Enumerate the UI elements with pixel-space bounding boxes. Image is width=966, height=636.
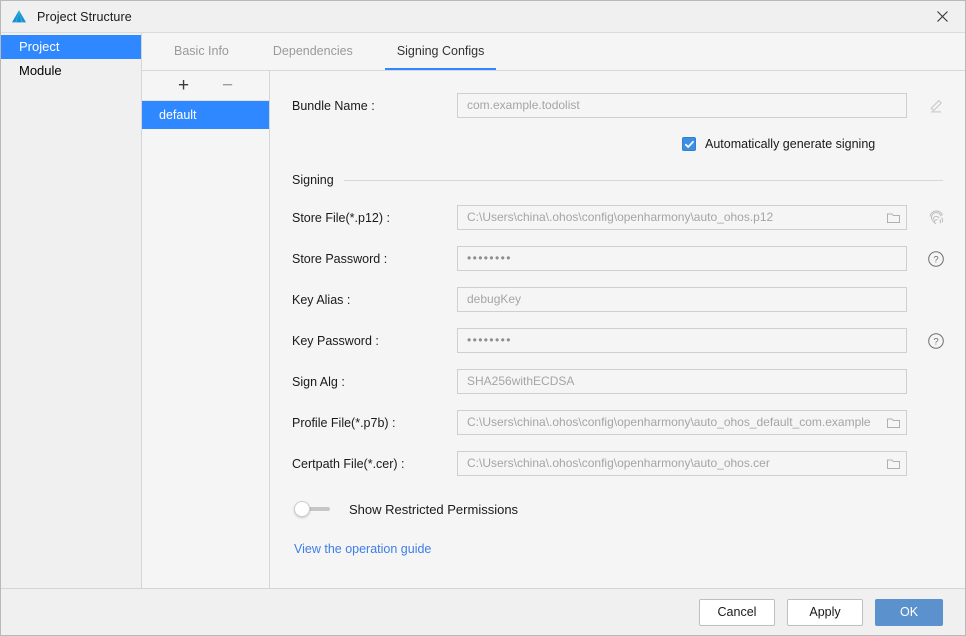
remove-config-button[interactable]: −: [219, 76, 237, 95]
certpath-file-icon-spacer: [925, 453, 947, 475]
key-alias-icon-spacer: [925, 289, 947, 311]
close-icon[interactable]: [920, 1, 965, 32]
auto-generate-signing-label[interactable]: Automatically generate signing: [705, 137, 875, 151]
profile-file-row: Profile File(*.p7b) : C:\Users\china\.oh…: [292, 410, 943, 435]
signing-form: Bundle Name : com.example.todolist Autom…: [270, 71, 965, 588]
left-nav: Project Module: [1, 33, 142, 588]
tab-bar: Basic Info Dependencies Signing Configs: [142, 33, 965, 71]
sign-alg-field-wrap: SHA256withECDSA: [457, 369, 907, 394]
right-side: Basic Info Dependencies Signing Configs …: [142, 33, 965, 588]
store-file-input[interactable]: C:\Users\china\.ohos\config\openharmony\…: [457, 205, 907, 230]
dialog-footer: Cancel Apply OK: [1, 588, 965, 635]
certpath-file-label: Certpath File(*.cer) :: [292, 456, 405, 471]
show-restricted-permissions-toggle[interactable]: [294, 501, 330, 517]
signing-section-header: Signing: [292, 172, 943, 188]
store-password-field-wrap: ••••••••: [457, 246, 907, 271]
store-password-label: Store Password :: [292, 251, 388, 266]
sign-alg-input[interactable]: SHA256withECDSA: [457, 369, 907, 394]
profile-file-icon-spacer: [925, 412, 947, 434]
sidebar-item-module[interactable]: Module: [1, 59, 141, 83]
key-password-row: Key Password : •••••••• ?: [292, 328, 944, 353]
help-icon[interactable]: ?: [925, 248, 947, 270]
key-alias-row: Key Alias : debugKey: [292, 287, 943, 312]
key-password-field-wrap: ••••••••: [457, 328, 907, 353]
store-file-field-wrap: C:\Users\china\.ohos\config\openharmony\…: [457, 205, 907, 230]
sign-alg-label: Sign Alg :: [292, 374, 345, 389]
ok-button[interactable]: OK: [875, 598, 943, 626]
key-alias-input[interactable]: debugKey: [457, 287, 907, 312]
store-password-input[interactable]: ••••••••: [457, 246, 907, 271]
project-structure-dialog: Project Structure Project Module Basic I…: [0, 0, 966, 636]
panes: + − default Bundle Name : com.example.to…: [142, 71, 965, 588]
key-password-input[interactable]: ••••••••: [457, 328, 907, 353]
fingerprint-icon[interactable]: [925, 207, 947, 229]
pencil-icon[interactable]: [925, 95, 947, 117]
signing-section-title: Signing: [292, 173, 334, 187]
add-config-button[interactable]: +: [175, 76, 193, 95]
certpath-file-input[interactable]: C:\Users\china\.ohos\config\openharmony\…: [457, 451, 907, 476]
profile-file-label: Profile File(*.p7b) :: [292, 415, 396, 430]
certpath-file-field-wrap: C:\Users\china\.ohos\config\openharmony\…: [457, 451, 907, 476]
view-operation-guide-link[interactable]: View the operation guide: [294, 542, 431, 556]
tab-basic-info[interactable]: Basic Info: [152, 33, 251, 70]
show-restricted-permissions-row: Show Restricted Permissions: [294, 498, 943, 520]
config-list-item-default[interactable]: default: [142, 101, 269, 129]
show-restricted-permissions-label: Show Restricted Permissions: [349, 501, 519, 517]
store-password-row: Store Password : •••••••• ?: [292, 246, 944, 271]
sidebar-item-project[interactable]: Project: [1, 35, 141, 59]
key-password-label: Key Password :: [292, 333, 379, 348]
folder-icon[interactable]: [885, 209, 902, 226]
bundle-name-label: Bundle Name :: [292, 98, 375, 113]
folder-icon[interactable]: [885, 414, 902, 431]
certpath-file-row: Certpath File(*.cer) : C:\Users\china\.o…: [292, 451, 943, 476]
bundle-name-row: Bundle Name : com.example.todolist: [292, 93, 943, 118]
signing-config-list-pane: + − default: [142, 71, 270, 588]
store-file-label: Store File(*.p12) :: [292, 210, 390, 225]
auto-generate-signing-row: Automatically generate signing: [292, 134, 943, 154]
svg-text:?: ?: [933, 336, 938, 347]
folder-icon[interactable]: [885, 455, 902, 472]
tab-signing-configs[interactable]: Signing Configs: [375, 33, 507, 70]
key-alias-label: Key Alias :: [292, 292, 351, 307]
key-alias-field-wrap: debugKey: [457, 287, 907, 312]
signing-section-divider: [343, 179, 943, 181]
title-bar: Project Structure: [1, 1, 965, 33]
help-icon[interactable]: ?: [925, 330, 947, 352]
apply-button[interactable]: Apply: [787, 598, 863, 626]
window-title: Project Structure: [37, 9, 132, 24]
store-file-row: Store File(*.p12) : C:\Users\china\.ohos…: [292, 205, 943, 230]
sign-alg-row: Sign Alg : SHA256withECDSA: [292, 369, 943, 394]
deveco-logo-icon: [10, 8, 28, 26]
bundle-name-input[interactable]: com.example.todolist: [457, 93, 907, 118]
profile-file-input[interactable]: C:\Users\china\.ohos\config\openharmony\…: [457, 410, 907, 435]
cancel-button[interactable]: Cancel: [699, 598, 775, 626]
svg-text:?: ?: [933, 254, 938, 265]
profile-file-field-wrap: C:\Users\china\.ohos\config\openharmony\…: [457, 410, 907, 435]
bundle-name-field-wrap: com.example.todolist: [457, 93, 907, 118]
toggle-knob: [294, 501, 310, 517]
config-list-toolbar: + −: [142, 71, 269, 101]
sign-alg-icon-spacer: [925, 371, 947, 393]
tab-dependencies[interactable]: Dependencies: [251, 33, 375, 70]
auto-generate-signing-checkbox[interactable]: [682, 137, 696, 151]
dialog-body: Project Module Basic Info Dependencies S…: [1, 33, 965, 588]
